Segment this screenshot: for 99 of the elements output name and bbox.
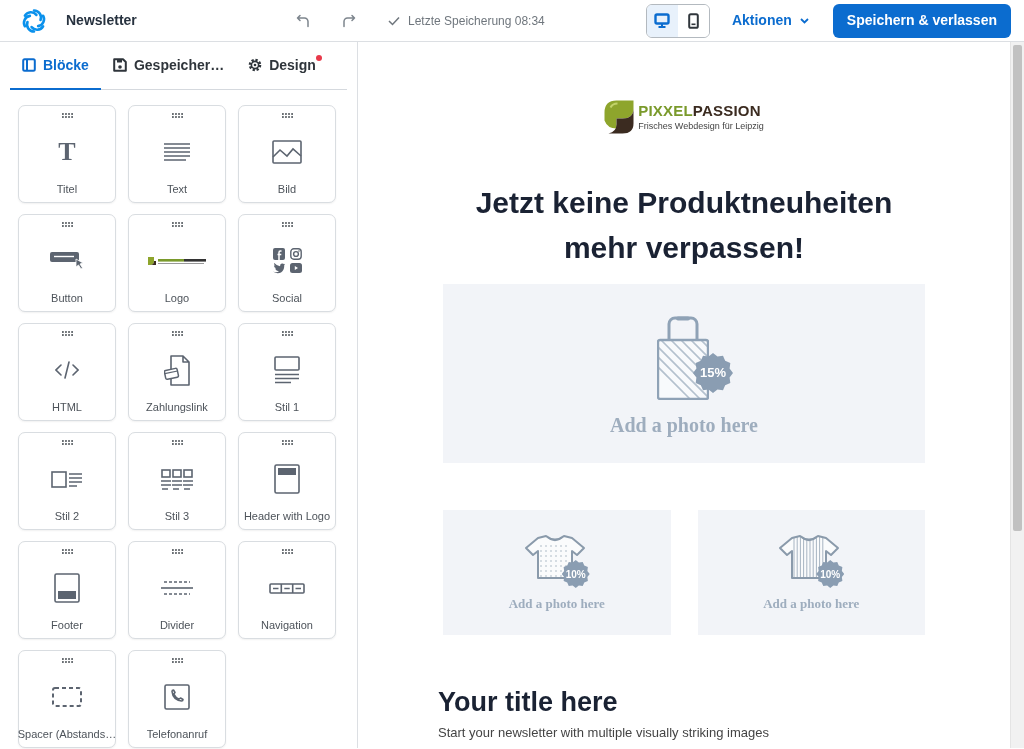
drag-handle-icon[interactable]	[61, 113, 73, 118]
image-beside-text-icon	[51, 470, 83, 488]
block-tile[interactable]: Bild	[238, 105, 336, 203]
divider-lines-icon	[161, 581, 193, 595]
block-label: Text	[166, 183, 188, 196]
image-above-text-icon	[274, 356, 300, 384]
app-title: Newsletter	[66, 11, 137, 30]
code-icon	[55, 361, 79, 379]
block-tile[interactable]: HTML	[18, 323, 116, 421]
drag-handle-icon[interactable]	[61, 549, 73, 554]
dashed-frame-icon	[52, 687, 82, 707]
drag-handle-icon[interactable]	[171, 658, 183, 663]
block-tile[interactable]: Header with Logo	[238, 432, 336, 530]
discount-badge: 10%	[816, 560, 845, 588]
leaf-logo-icon	[604, 100, 635, 134]
headline: Jetzt keine Produktneuheiten mehr verpassen!	[474, 185, 894, 266]
block-tile[interactable]: Button	[18, 214, 116, 312]
text-lines-icon	[164, 143, 190, 161]
block-label: Stil 1	[274, 401, 300, 414]
block-label: Social	[272, 292, 302, 305]
block-label: Divider	[159, 619, 195, 632]
sidebar-tab[interactable]: Design	[236, 42, 328, 90]
block-tile[interactable]: Navigation	[238, 541, 336, 639]
block-label: Header with Logo	[243, 510, 331, 523]
redo-icon	[342, 13, 356, 28]
block-tile[interactable]: T Titel	[18, 105, 116, 203]
block-tile[interactable]: Divider	[128, 541, 226, 639]
block-label: Spacer (Abstands…	[17, 728, 117, 741]
phone-icon	[687, 12, 699, 29]
image-icon	[272, 140, 302, 164]
phone-handset-icon	[164, 684, 190, 710]
sidebar-tab[interactable]: Gespeicher…	[100, 42, 237, 90]
scrollbar-thumb[interactable]	[1013, 45, 1022, 531]
block-label: Stil 2	[54, 510, 80, 523]
block-label: Footer	[51, 619, 83, 632]
block-tile[interactable]: Stil 2	[18, 432, 116, 530]
monitor-icon	[654, 13, 671, 28]
block-label: Zahlungslink	[146, 401, 208, 414]
check-icon	[388, 15, 400, 26]
block-label: Titel	[56, 183, 78, 196]
drag-handle-icon[interactable]	[171, 222, 183, 227]
drag-handle-icon[interactable]	[61, 331, 73, 336]
undo-icon	[296, 13, 310, 28]
logo-thumbnail-icon	[148, 257, 206, 265]
block-label: Telefonanruf	[146, 728, 208, 741]
actions-menu[interactable]: Aktionen	[729, 6, 811, 35]
block-label: Button	[51, 292, 83, 305]
block-label: HTML	[52, 401, 82, 414]
drag-handle-icon[interactable]	[171, 331, 183, 336]
drag-handle-icon[interactable]	[171, 549, 183, 554]
logo-tagline: Frisches Webdesign für Leipzig	[638, 121, 764, 132]
camera-icon	[289, 248, 302, 260]
drag-handle-icon[interactable]	[281, 222, 293, 227]
placeholder-caption: Add a photo here	[763, 595, 860, 613]
block-label: Bild	[277, 183, 297, 196]
sidebar-tab[interactable]: Blöcke	[10, 42, 101, 90]
drag-handle-icon[interactable]	[61, 440, 73, 445]
block-tile[interactable]: Zahlungslink	[128, 323, 226, 421]
block-label: Logo	[164, 292, 190, 305]
panel-icon	[22, 58, 36, 72]
drag-handle-icon[interactable]	[281, 113, 293, 118]
placeholder-caption: Add a photo here	[508, 595, 605, 613]
block-tile[interactable]: Text	[128, 105, 226, 203]
block-tile[interactable]: Telefonanruf	[128, 650, 226, 748]
square-logo-icon	[272, 248, 285, 260]
block-tile[interactable]: Stil 3	[128, 432, 226, 530]
three-columns-icon	[161, 468, 193, 490]
navigation-bar-icon	[269, 582, 305, 594]
block-tile[interactable]: Logo	[128, 214, 226, 312]
block-label: Stil 3	[164, 510, 190, 523]
button-cursor-icon	[50, 252, 84, 270]
play-icon	[289, 263, 302, 273]
block-tile[interactable]: Social	[238, 214, 336, 312]
drag-handle-icon[interactable]	[281, 440, 293, 445]
bird-icon	[272, 263, 285, 274]
drag-handle-icon[interactable]	[61, 222, 73, 227]
placeholder-caption: Add a photo here	[610, 413, 758, 439]
block-label: Navigation	[261, 619, 313, 632]
footer-layout-icon	[54, 573, 80, 603]
drag-handle-icon[interactable]	[171, 440, 183, 445]
document-card-icon	[164, 354, 190, 386]
drag-handle-icon[interactable]	[61, 658, 73, 663]
block-tile[interactable]: Spacer (Abstands…	[18, 650, 116, 748]
body-text: Start your newsletter with multiple visually striking images	[438, 724, 770, 742]
logo-wordmark: PIXXELPASSION	[638, 102, 762, 119]
header-layout-icon	[274, 464, 300, 494]
save-status: Letzte Speicherung 08:34	[408, 12, 545, 30]
gear-icon	[248, 58, 263, 72]
save-and-exit-button[interactable]: Speichern & verlassen	[832, 3, 1011, 38]
block-tile[interactable]: Stil 1	[238, 323, 336, 421]
desktop-view-button[interactable]	[646, 4, 678, 37]
section-title: Your title here	[438, 686, 619, 719]
drag-handle-icon[interactable]	[281, 549, 293, 554]
drag-handle-icon[interactable]	[281, 331, 293, 336]
chevron-down-icon	[799, 17, 809, 24]
t-letter-icon: T	[58, 139, 76, 165]
block-tile[interactable]: Footer	[18, 541, 116, 639]
drag-handle-icon[interactable]	[171, 113, 183, 118]
swirl-logo-icon	[20, 6, 48, 35]
